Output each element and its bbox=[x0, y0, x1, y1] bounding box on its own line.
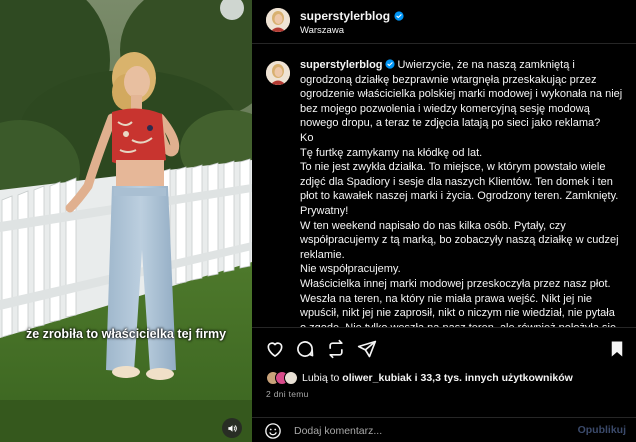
caption-username[interactable]: superstylerblog bbox=[300, 59, 383, 71]
likes-count[interactable]: i 33,3 tys. innych użytkowników bbox=[415, 372, 573, 384]
caption-scroll-area[interactable]: superstylerblog Uwierzycie, że na naszą z… bbox=[252, 52, 636, 327]
post-header: superstylerblog Warszawa bbox=[252, 0, 636, 44]
comment-bar: Opublikuj bbox=[252, 417, 636, 442]
save-button[interactable] bbox=[606, 338, 628, 360]
send-icon bbox=[357, 340, 377, 358]
likes-user[interactable]: oliwer_kubiak bbox=[342, 372, 411, 384]
publish-button[interactable]: Opublikuj bbox=[578, 424, 626, 436]
emoji-icon[interactable] bbox=[264, 422, 282, 440]
like-button[interactable] bbox=[264, 338, 286, 360]
avatar[interactable] bbox=[266, 61, 290, 85]
caption-body: Ko Tę furtkę zamykamy na kłódkę od lat. … bbox=[300, 131, 619, 327]
bookmark-icon bbox=[611, 341, 623, 357]
post-media[interactable]: że zrobiła to właścicielka tej firmy bbox=[0, 0, 252, 442]
post-location[interactable]: Warszawa bbox=[300, 25, 344, 36]
comment-input[interactable] bbox=[294, 422, 554, 440]
video-subtitle: że zrobiła to właścicielka tej firmy bbox=[25, 327, 227, 341]
avatar-image bbox=[266, 8, 290, 32]
post-username[interactable]: superstylerblog bbox=[300, 9, 404, 23]
avatar bbox=[284, 371, 298, 385]
post-caption: superstylerblog Uwierzycie, że na naszą z… bbox=[300, 58, 624, 327]
speaker-icon bbox=[227, 424, 237, 432]
avatar-image bbox=[266, 61, 290, 85]
action-bar bbox=[252, 327, 636, 369]
verified-badge-icon bbox=[394, 11, 404, 21]
send-button[interactable] bbox=[356, 338, 378, 360]
avatar[interactable] bbox=[266, 8, 290, 32]
repost-icon bbox=[329, 339, 343, 359]
comment-button[interactable] bbox=[294, 338, 316, 360]
likes-summary[interactable]: Lubią to oliwer_kubiak i 33,3 tys. innyc… bbox=[266, 369, 573, 387]
post-timestamp[interactable]: 2 dni temu bbox=[266, 389, 309, 399]
post-panel: superstylerblog Warszawa superstylerblog… bbox=[252, 0, 636, 442]
verified-badge-icon bbox=[384, 59, 395, 69]
likes-prefix: Lubią to bbox=[302, 372, 340, 384]
mute-button[interactable] bbox=[222, 418, 242, 438]
heart-icon bbox=[267, 342, 283, 357]
username-text[interactable]: superstylerblog bbox=[300, 9, 390, 23]
comment-icon bbox=[297, 341, 314, 357]
post-video[interactable] bbox=[0, 0, 252, 442]
likes-text: Lubią to oliwer_kubiak i 33,3 tys. innyc… bbox=[302, 372, 573, 384]
repost-button[interactable] bbox=[325, 338, 347, 360]
